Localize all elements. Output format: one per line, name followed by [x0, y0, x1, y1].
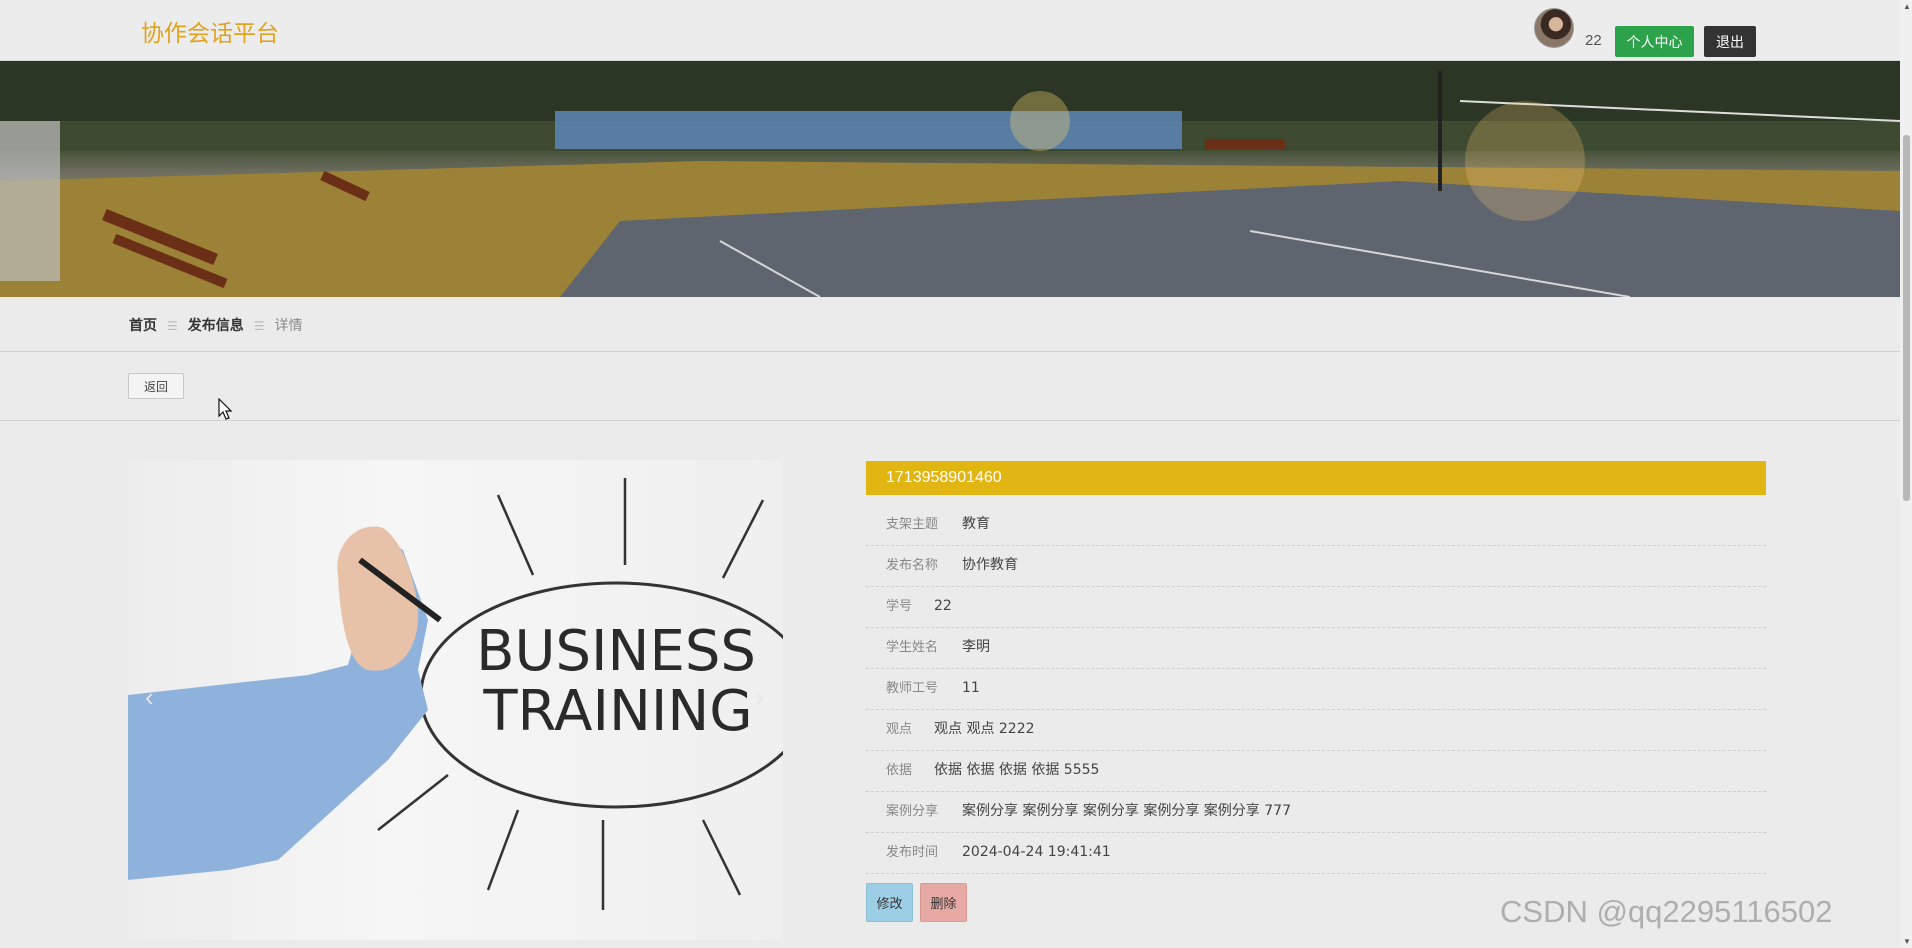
detail-id-header: 1713958901460: [866, 461, 1766, 495]
field-label: 发布名称: [886, 558, 939, 573]
personal-center-button[interactable]: 个人中心: [1615, 26, 1694, 57]
scrollbar-thumb[interactable]: [1903, 135, 1910, 501]
detail-image: BUSINESS TRAINING: [128, 460, 783, 940]
breadcrumb-separator-icon: ☰: [253, 319, 265, 333]
divider: [0, 420, 1900, 421]
field-value: 协作教育: [962, 557, 1018, 573]
prev-arrow-icon[interactable]: ‹: [145, 682, 154, 713]
breadcrumb-current: 详情: [274, 318, 303, 334]
user-id: 22: [1585, 32, 1602, 49]
field-row: 支架主题 教育: [866, 504, 1766, 546]
breadcrumb: 首页 ☰ 发布信息 ☰ 详情: [129, 315, 303, 335]
field-row: 发布时间 2024-04-24 19:41:41: [866, 832, 1766, 874]
field-row: 案例分享 案例分享 案例分享 案例分享 案例分享 案例分享 777: [866, 791, 1766, 833]
scroll-down-icon[interactable]: ▼: [1903, 937, 1911, 946]
field-row: 学生姓名 李明: [866, 627, 1766, 669]
edit-button[interactable]: 修改: [866, 883, 913, 922]
banner-image: [0, 61, 1900, 297]
field-value: 案例分享 案例分享 案例分享 案例分享 案例分享 777: [962, 803, 1291, 819]
top-navbar: 协作会话平台 22 个人中心 退出: [0, 0, 1900, 61]
divider: [0, 351, 1900, 352]
scroll-up-icon[interactable]: ▲: [1903, 2, 1911, 11]
watermark: CSDN @qq2295116502: [1500, 894, 1833, 929]
field-value: 依据 依据 依据 依据 5555: [934, 762, 1100, 778]
image-text-business: BUSINESS: [476, 619, 756, 684]
business-training-image: BUSINESS TRAINING: [128, 478, 783, 910]
field-row: 观点 观点 观点 2222: [866, 709, 1766, 751]
breadcrumb-home[interactable]: 首页: [129, 315, 157, 335]
field-value: 11: [962, 680, 980, 696]
field-label: 案例分享: [886, 804, 939, 819]
field-label: 学生姓名: [886, 640, 939, 655]
field-label: 学号: [886, 599, 913, 614]
delete-button[interactable]: 删除: [920, 883, 967, 922]
banner-carousel: [0, 61, 1900, 297]
logout-button[interactable]: 退出: [1704, 26, 1756, 57]
user-avatar[interactable]: [1534, 8, 1574, 48]
field-row: 学号 22: [866, 586, 1766, 628]
breadcrumb-separator-icon: ☰: [167, 319, 178, 333]
field-value: 观点 观点 2222: [934, 721, 1035, 737]
field-value: 22: [934, 598, 952, 614]
back-button[interactable]: 返回: [128, 373, 184, 399]
image-text-training: TRAINING: [482, 679, 752, 744]
field-row: 教师工号 11: [866, 668, 1766, 710]
field-label: 发布时间: [886, 845, 939, 860]
breadcrumb-section[interactable]: 发布信息: [188, 315, 244, 335]
field-row: 依据 依据 依据 依据 依据 5555: [866, 750, 1766, 792]
next-arrow-icon[interactable]: ›: [755, 682, 764, 713]
field-label: 支架主题: [886, 517, 939, 532]
field-value: 2024-04-24 19:41:41: [962, 844, 1111, 860]
mouse-cursor-icon: [218, 398, 232, 420]
field-value: 李明: [962, 639, 990, 655]
field-label: 教师工号: [886, 681, 939, 696]
field-label: 观点: [886, 722, 913, 737]
field-row: 发布名称 协作教育: [866, 545, 1766, 587]
field-label: 依据: [886, 763, 913, 778]
field-value: 教育: [962, 516, 990, 532]
site-title[interactable]: 协作会话平台: [141, 14, 279, 48]
